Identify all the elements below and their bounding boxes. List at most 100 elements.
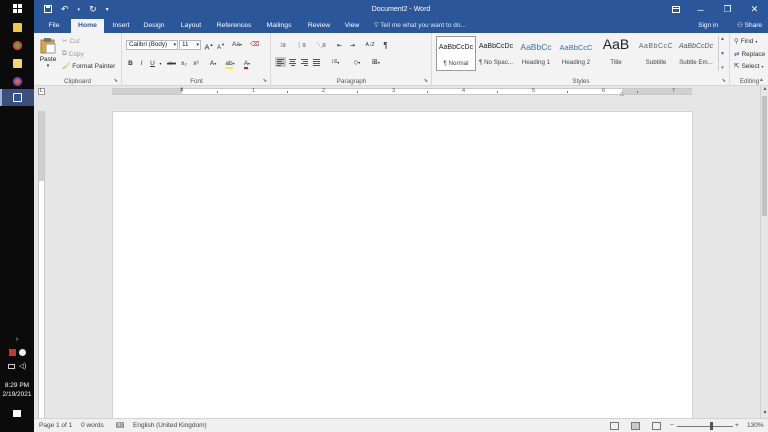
line-spacing-icon[interactable]: ↕≡ ▾ bbox=[327, 57, 343, 67]
numbering-icon[interactable]: ⋮≡ bbox=[293, 40, 309, 50]
clipboard-launcher-icon[interactable]: ⬊ bbox=[114, 78, 118, 84]
volume-icon[interactable]: ◁) bbox=[19, 362, 27, 370]
copy-button[interactable]: ⧉ Copy bbox=[62, 50, 84, 58]
tab-review[interactable]: Review bbox=[304, 19, 334, 33]
change-case-button[interactable]: Aa▾ bbox=[229, 40, 245, 50]
style-heading-1[interactable]: AaBbCc Heading 1 bbox=[516, 36, 556, 71]
taskbar-clock[interactable]: 8:29 PM 2/19/2021 bbox=[0, 381, 34, 399]
tab-layout[interactable]: Layout bbox=[174, 19, 208, 33]
zoom-slider[interactable] bbox=[677, 426, 733, 427]
paste-button[interactable]: Paste ▾ bbox=[38, 37, 58, 71]
tray-expand-icon[interactable]: › bbox=[0, 336, 34, 343]
restore-button[interactable]: ❐ bbox=[714, 0, 741, 19]
format-painter-button[interactable]: 🖌︎ Format Painter bbox=[62, 62, 115, 71]
font-size-select[interactable]: 11 ▾ bbox=[179, 40, 201, 50]
tab-home[interactable]: Home bbox=[71, 19, 104, 33]
shading-icon[interactable]: ◇ ▾ bbox=[349, 57, 365, 67]
increase-indent-icon[interactable]: ⇥ bbox=[347, 40, 358, 50]
zoom-out-button[interactable]: − bbox=[670, 419, 674, 432]
styles-gallery-scroll[interactable]: ▲ ▼ ▾ bbox=[718, 36, 726, 71]
chevron-down-icon[interactable]: ▼ bbox=[720, 51, 725, 57]
word-icon[interactable] bbox=[0, 89, 34, 106]
tab-selector[interactable]: L bbox=[38, 88, 45, 95]
web-layout-icon[interactable] bbox=[652, 422, 661, 430]
select-button[interactable]: ⇱ Select ▾ bbox=[734, 62, 764, 71]
proofing-icon[interactable]: 📖︎ bbox=[116, 419, 124, 432]
close-button[interactable]: ✕ bbox=[741, 0, 768, 19]
bold-button[interactable]: B bbox=[126, 59, 135, 69]
word-count[interactable]: 0 words bbox=[81, 419, 104, 432]
borders-icon[interactable]: ⊞ ▾ bbox=[368, 57, 384, 67]
more-styles-icon[interactable]: ▾ bbox=[721, 65, 724, 71]
minimize-button[interactable]: ─ bbox=[687, 0, 714, 19]
vertical-scrollbar[interactable]: ▲ ▼ bbox=[760, 86, 768, 418]
subscript-button[interactable]: x₂ bbox=[179, 59, 189, 69]
style-normal[interactable]: AaBbCcDc ¶ Normal bbox=[436, 36, 476, 71]
tab-design[interactable]: Design bbox=[139, 19, 169, 33]
shrink-font-button[interactable]: A▼ bbox=[216, 40, 226, 51]
bullets-icon[interactable]: ⁝≡ bbox=[275, 40, 291, 50]
read-mode-icon[interactable] bbox=[610, 422, 619, 430]
tab-file[interactable]: File bbox=[39, 19, 69, 33]
horizontal-ruler[interactable]: 1 2 3 4 5 6 7 ⧗ △ bbox=[112, 87, 692, 97]
file-explorer-icon[interactable] bbox=[0, 19, 34, 36]
superscript-button[interactable]: x² bbox=[191, 59, 201, 69]
tab-view[interactable]: View bbox=[340, 19, 364, 33]
font-launcher-icon[interactable]: ⬊ bbox=[263, 78, 267, 84]
replace-button[interactable]: ⇄ Replace bbox=[734, 50, 765, 59]
scroll-thumb[interactable] bbox=[762, 96, 767, 216]
sticky-notes-icon[interactable] bbox=[0, 55, 34, 72]
redo-icon[interactable]: ↻ bbox=[89, 4, 97, 15]
scroll-down-icon[interactable]: ▼ bbox=[761, 410, 768, 418]
sort-button[interactable]: A↓Z bbox=[363, 40, 377, 50]
justify-icon[interactable] bbox=[311, 57, 322, 67]
share-button[interactable]: ⚇ Share bbox=[737, 19, 762, 33]
underline-dropdown-icon[interactable]: ▾ bbox=[158, 59, 163, 69]
app-tray-icon[interactable] bbox=[8, 349, 16, 356]
align-right-icon[interactable] bbox=[299, 57, 310, 67]
font-name-select[interactable]: Calibri (Body) ▾ bbox=[126, 40, 178, 50]
multilevel-list-icon[interactable]: ⋱≡ bbox=[312, 40, 330, 50]
strikethrough-button[interactable]: abc bbox=[165, 59, 178, 69]
highlight-button[interactable]: ab▾ bbox=[222, 59, 238, 69]
chrome-icon[interactable] bbox=[0, 37, 34, 54]
vertical-ruler[interactable] bbox=[38, 111, 45, 418]
font-color-button[interactable]: A▾ bbox=[240, 59, 254, 69]
scroll-up-icon[interactable]: ▲ bbox=[761, 86, 768, 94]
page-count[interactable]: Page 1 of 1 bbox=[39, 419, 72, 432]
zoom-level[interactable]: 130% bbox=[747, 419, 764, 432]
cloud-tray-icon[interactable] bbox=[18, 349, 26, 356]
underline-button[interactable]: U bbox=[148, 59, 157, 69]
zoom-slider-thumb[interactable] bbox=[709, 422, 713, 430]
customize-qat-icon[interactable]: ▾ bbox=[106, 6, 109, 13]
text-effects-button[interactable]: A▾ bbox=[206, 59, 220, 69]
show-formatting-button[interactable]: ¶ bbox=[380, 40, 391, 50]
tab-insert[interactable]: Insert bbox=[107, 19, 135, 33]
action-center-icon[interactable] bbox=[0, 410, 34, 417]
find-button[interactable]: ⚲ Find ▾ bbox=[734, 37, 757, 46]
language-indicator[interactable]: English (United Kingdom) bbox=[133, 419, 207, 432]
paragraph-launcher-icon[interactable]: ⬊ bbox=[424, 78, 428, 84]
firefox-icon[interactable] bbox=[0, 73, 34, 90]
indent-marker-icon[interactable]: ⧗ bbox=[180, 87, 184, 93]
clear-formatting-icon[interactable]: ⌫ bbox=[250, 40, 260, 50]
styles-launcher-icon[interactable]: ⬊ bbox=[722, 78, 726, 84]
windows-start-icon[interactable] bbox=[0, 0, 34, 17]
document-page[interactable] bbox=[112, 111, 693, 418]
italic-button[interactable]: I bbox=[137, 59, 146, 69]
zoom-in-button[interactable]: + bbox=[735, 419, 739, 432]
tab-references[interactable]: References bbox=[214, 19, 254, 33]
undo-dropdown-icon[interactable]: ▾ bbox=[78, 7, 81, 13]
chevron-up-icon[interactable]: ▲ bbox=[720, 36, 725, 42]
cut-button[interactable]: ✂ Cut bbox=[62, 37, 80, 46]
grow-font-button[interactable]: A▲ bbox=[204, 40, 214, 52]
align-left-icon[interactable] bbox=[275, 57, 286, 67]
style-subtle-emphasis[interactable]: AaBbCcDc Subtle Em... bbox=[676, 36, 716, 71]
style-heading-2[interactable]: AaBbCcC Heading 2 bbox=[556, 36, 596, 71]
print-layout-icon[interactable] bbox=[631, 422, 640, 430]
save-icon[interactable] bbox=[44, 4, 52, 15]
style-title[interactable]: AaB Title bbox=[596, 36, 636, 71]
tell-me-box[interactable]: 💡︎ Tell me what you want to do... bbox=[374, 19, 466, 33]
align-center-icon[interactable] bbox=[287, 57, 298, 67]
ribbon-display-options-icon[interactable] bbox=[666, 0, 686, 19]
